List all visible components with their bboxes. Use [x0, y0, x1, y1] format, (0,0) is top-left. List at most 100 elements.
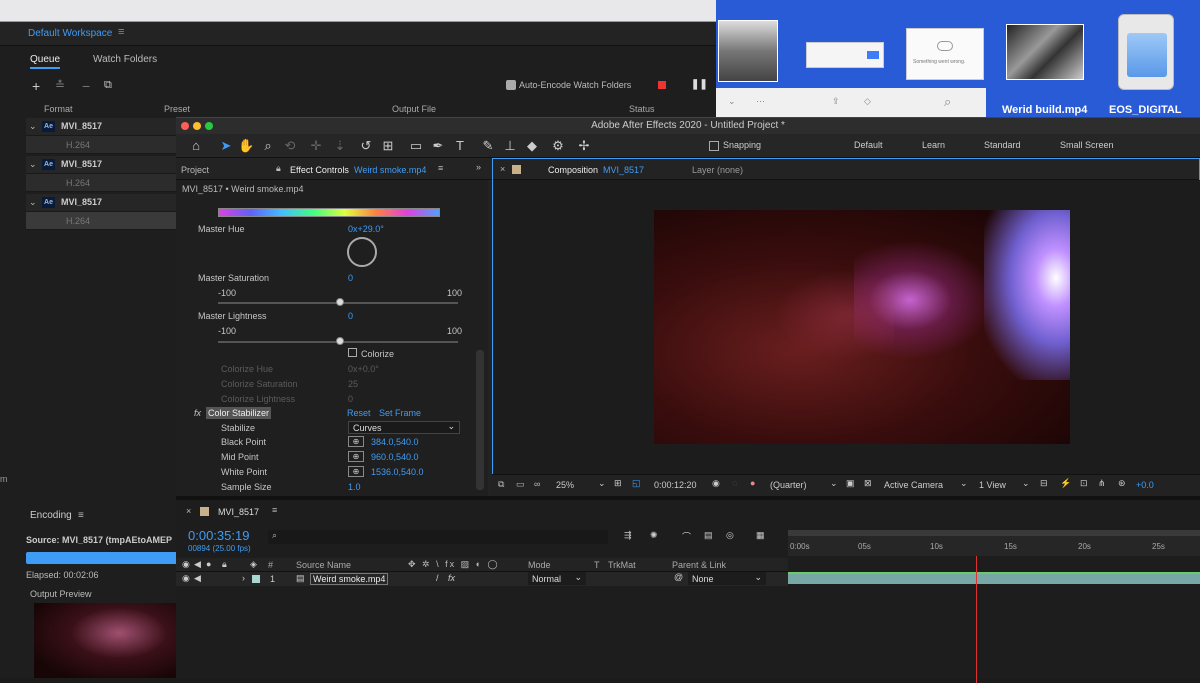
rotate-tool-icon[interactable]: ↺: [358, 138, 374, 154]
timeline-comp-tab[interactable]: MVI_8517: [218, 507, 259, 517]
shy-icon[interactable]: ⌒: [682, 530, 691, 543]
tab-effect-controls[interactable]: Effect Controls: [290, 165, 349, 175]
chevron-icon[interactable]: ⌄: [29, 159, 37, 170]
audio-icon[interactable]: ◀: [194, 559, 201, 570]
mask-view-icon[interactable]: ∞: [534, 479, 540, 489]
brush-tool-icon[interactable]: ✎: [480, 138, 496, 154]
black-point-value[interactable]: 384.0,540.0: [371, 437, 419, 447]
viewer-timecode[interactable]: 0:00:12:20: [654, 480, 697, 490]
chevron-right-icon[interactable]: ›: [242, 573, 245, 583]
snapshot-icon[interactable]: ◉: [712, 478, 720, 489]
solo-icon[interactable]: ●: [206, 559, 211, 569]
home-icon[interactable]: ⌂: [188, 138, 204, 154]
transparency-grid-icon[interactable]: ⊠: [864, 478, 872, 489]
puppet-tool-icon[interactable]: ✢: [576, 138, 592, 154]
zoom-tool-icon[interactable]: ⌕: [260, 138, 276, 154]
pause-icon[interactable]: ❚❚: [691, 79, 708, 90]
rectangle-tool-icon[interactable]: ▭: [408, 138, 424, 154]
audio-icon[interactable]: ◀: [194, 573, 201, 584]
drive-icon[interactable]: [1118, 14, 1174, 90]
effect-controls-target[interactable]: Weird smoke.mp4: [354, 165, 426, 175]
workspace-small-screen[interactable]: Small Screen: [1060, 140, 1114, 150]
queue-format[interactable]: H.264: [66, 216, 90, 226]
queue-format[interactable]: H.264: [66, 140, 90, 150]
layer-color-swatch[interactable]: [252, 575, 260, 583]
workspace-default[interactable]: Default: [854, 140, 883, 150]
lock-icon[interactable]: 🔒︎: [222, 559, 227, 570]
region-icon[interactable]: ⧉: [498, 479, 504, 490]
panel-menu-icon[interactable]: ≡: [438, 163, 443, 173]
comp-flowchart-icon[interactable]: ⇶: [624, 530, 632, 541]
show-snapshot-icon[interactable]: ◌: [732, 478, 737, 488]
search-icon[interactable]: ⌕: [944, 94, 951, 110]
chevron-down-icon[interactable]: ⌄: [830, 478, 838, 489]
eye-icon[interactable]: ◉: [182, 559, 190, 570]
master-lightness-value[interactable]: 0: [348, 311, 353, 321]
crosshair-icon[interactable]: ⊕: [348, 466, 364, 477]
snapping-checkbox[interactable]: [709, 141, 719, 151]
color-channels-icon[interactable]: ●: [750, 478, 755, 488]
mode-dropdown[interactable]: Normal ⌄: [528, 572, 586, 585]
colorize-checkbox[interactable]: [348, 348, 357, 357]
playhead[interactable]: [976, 556, 977, 683]
queue-format[interactable]: H.264: [66, 178, 90, 188]
saturation-slider-knob[interactable]: [336, 298, 344, 306]
queue-output[interactable]: H.264: [26, 212, 176, 230]
hand-tool-icon[interactable]: ✋: [238, 138, 254, 154]
layer-duration-bar[interactable]: [788, 572, 1200, 584]
drive-label[interactable]: EOS_DIGITAL: [1109, 104, 1182, 116]
chevron-down-icon[interactable]: ⌄: [728, 96, 736, 107]
mid-point-value[interactable]: 960.0,540.0: [371, 452, 419, 462]
zoom-button[interactable]: [205, 122, 213, 130]
alert-thumbnail[interactable]: [806, 42, 884, 68]
fx-icon[interactable]: fx: [194, 408, 201, 418]
pan-behind-icon[interactable]: ⊞: [380, 138, 396, 154]
roto-brush-icon[interactable]: ⚙: [550, 138, 566, 154]
exposure-value[interactable]: +0.0: [1136, 480, 1154, 490]
desktop-file-thumbnail[interactable]: [1006, 24, 1084, 80]
crosshair-icon[interactable]: ⊕: [348, 436, 364, 447]
remove-icon[interactable]: −: [82, 78, 90, 94]
workspace-menu-icon[interactable]: ≡: [118, 26, 124, 38]
pickwhip-icon[interactable]: @: [674, 572, 683, 582]
pan-tool-icon[interactable]: ✛: [308, 138, 324, 154]
encoding-menu-icon[interactable]: ≡: [78, 510, 84, 521]
lock-icon[interactable]: 🔒︎: [276, 163, 281, 174]
color-stabilizer-label[interactable]: Color Stabilizer: [206, 407, 272, 419]
tab-project[interactable]: Project: [181, 165, 209, 175]
more-icon[interactable]: ⋯: [756, 96, 765, 107]
motion-blur-icon[interactable]: ◎: [726, 530, 734, 541]
fx-icon[interactable]: fx: [448, 573, 455, 583]
layer-name[interactable]: Weird smoke.mp4: [310, 573, 389, 585]
stabilize-dropdown[interactable]: Curves ⌄: [348, 421, 460, 434]
time-ruler[interactable]: 0:00s 05s 10s 15s 20s 25s: [788, 536, 1200, 556]
resolution-dropdown[interactable]: (Quarter): [770, 480, 807, 490]
master-saturation-value[interactable]: 0: [348, 273, 353, 283]
share-icon[interactable]: ⇪: [832, 96, 840, 107]
queue-item[interactable]: ⌄ Ae MVI_8517: [26, 156, 176, 174]
exposure-icon[interactable]: ⊛: [1118, 478, 1126, 489]
chevron-down-icon[interactable]: ⌄: [960, 478, 968, 489]
frame-blend-icon[interactable]: ▤: [704, 530, 713, 541]
hue-dial[interactable]: [347, 237, 377, 267]
monitor-icon[interactable]: ▭: [516, 479, 525, 490]
draft-3d-icon[interactable]: ✺: [650, 530, 658, 541]
add-icon[interactable]: +: [32, 78, 40, 94]
workspace-label[interactable]: Default Workspace: [28, 28, 112, 39]
eye-icon[interactable]: ◉: [182, 573, 190, 584]
orbit-tool-icon[interactable]: ⟲: [282, 138, 298, 154]
selection-tool-icon[interactable]: ➤: [218, 138, 234, 154]
pen-tool-icon[interactable]: ✒: [430, 138, 446, 154]
chevron-down-icon[interactable]: ⌄: [598, 478, 606, 489]
tab-watch-folders[interactable]: Watch Folders: [93, 54, 157, 65]
tag-icon[interactable]: ◇: [864, 96, 871, 107]
fast-preview-icon[interactable]: ⚡: [1060, 478, 1071, 489]
workspace-standard[interactable]: Standard: [984, 140, 1021, 150]
chevron-icon[interactable]: ⌄: [29, 197, 37, 208]
close-tab-icon[interactable]: ×: [186, 506, 191, 516]
chevron-icon[interactable]: ⌄: [29, 121, 37, 132]
desktop-file-label[interactable]: Werid build.mp4: [1002, 104, 1087, 116]
settings-icon[interactable]: ≛: [55, 78, 65, 92]
queue-item[interactable]: ⌄ Ae MVI_8517: [26, 194, 176, 212]
search-field[interactable]: ⌕: [268, 530, 608, 544]
